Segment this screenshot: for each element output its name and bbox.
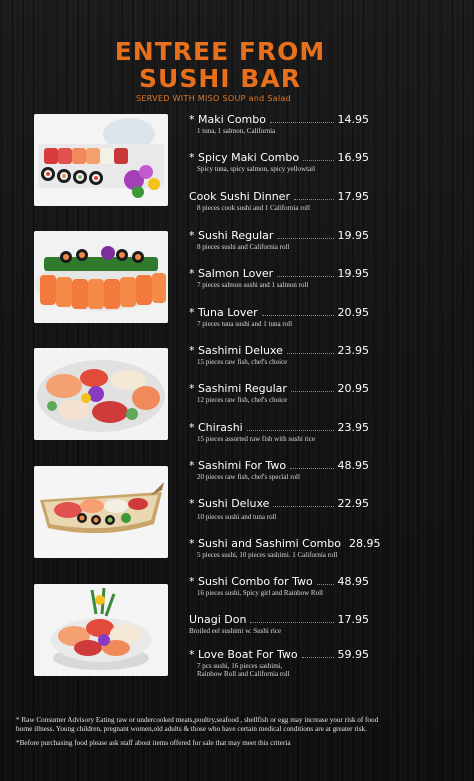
item-description: 12 pieces raw fish, chef's choice [197,396,288,404]
title-line-1: ENTREE FROM [114,37,326,66]
item-description: 8 pieces sushi and California roll [197,243,290,251]
menu-item: * Maki Combo 14.95 1 tuna, 1 salmon, Cali… [189,112,369,135]
item-price: 17.95 [337,613,370,626]
purchase-note: *Before purchasing food please ask staff… [16,739,291,747]
menu-item: Cook Sushi Dinner 17.95 8 pieces cook sus… [189,189,369,212]
item-name: * Sashimi Regular [189,382,287,395]
item-description: 15 pieces raw fish, chef's choice [197,358,288,366]
item-description: 8 pieces cook sushi and 1 California rol… [197,204,310,212]
item-description: 15 pieces assorted raw fish with sushi r… [197,435,315,443]
leader-dots [316,583,334,585]
item-name: * Tuna Lover [189,306,258,319]
item-price: 20.95 [337,382,370,395]
title-line-2: SUSHI BAR [139,64,301,93]
menu-item: * Sushi Deluxe 22.95 10 pieces sushi and … [189,496,369,521]
item-price: 16.95 [337,151,370,164]
item-price: 19.95 [337,229,370,242]
item-description: 7 pcs sushi, 16 pieces sashimi, [197,662,283,670]
item-price: 23.95 [337,344,370,357]
leader-dots [303,159,334,161]
item-name: Cook Sushi Dinner [189,190,290,203]
item-price: 28.95 [349,537,381,550]
menu-item: * Love Boat For Two 59.95 7 pcs sushi, 16… [189,647,369,678]
leader-dots [293,198,334,200]
menu-item: * Tuna Lover 20.95 7 pieces tuna sushi an… [189,305,369,328]
item-name: * Sushi Regular [189,229,274,242]
leader-dots [277,275,334,277]
leader-dots [301,656,334,658]
menu-item: * Sushi and Sashimi Combo 28.95 5 pieces … [189,536,381,559]
menu-item: Unagi Don 17.95 Broiled eel sushimi w. Su… [189,612,369,635]
leader-dots [290,390,334,392]
item-description: 10 pieces sushi and tuna roll [197,513,277,521]
leader-dots [286,352,334,354]
item-description: Broiled eel sushimi w. Sushi rice [189,627,282,635]
item-name: Unagi Don [189,613,247,626]
leader-dots [261,314,334,316]
item-description: 7 pieces tuna sushi and 1 tuna roll [197,320,293,328]
leader-dots [246,429,334,431]
item-name: * Sushi Deluxe [189,497,270,510]
item-name: * Sashimi For Two [189,459,287,472]
item-price: 22.95 [337,497,370,510]
item-price: 14.95 [337,113,370,126]
item-price: 17.95 [337,190,370,203]
item-description: 16 pieces sushi, Spicy girl and Rainbow … [197,589,323,597]
leader-dots [273,505,334,507]
menu-item: * Sashimi For Two 48.95 20 pieces raw fis… [189,458,369,481]
item-price: 20.95 [337,306,370,319]
item-description: 5 pieces sushi, 10 pieces sashimi. 1 Cal… [197,551,338,559]
item-description: Spicy tuna, spicy salmon, spicy yellowta… [197,165,316,173]
photo-maki-combo [34,114,168,206]
item-description: Rainbow Roll and California roll [197,670,290,678]
photo-sashimi-platter [34,348,168,440]
item-description: 7 pieces salmon sushi and 1 salmon roll [197,281,309,289]
item-name: * Chirashi [189,421,243,434]
photo-salmon-sushi [34,231,168,323]
item-name: * Sashimi Deluxe [189,344,283,357]
menu-item: * Sashimi Deluxe 23.95 15 pieces raw fish… [189,343,369,366]
item-price: 19.95 [337,267,370,280]
menu-item: * Sashimi Regular 20.95 12 pieces raw fis… [189,381,369,404]
leader-dots [277,237,334,239]
item-price: 59.95 [337,648,370,661]
leader-dots [250,621,334,623]
item-name: * Spicy Maki Combo [189,151,300,164]
item-name: * Salmon Lover [189,267,274,280]
item-price: 48.95 [337,575,370,588]
menu-subtitle: SERVED WITH MISO SOUP and Salad [136,94,292,103]
item-description: 1 tuna, 1 salmon, California [197,127,276,135]
item-name: * Sushi Combo for Two [189,575,313,588]
footer-advisory: * Raw Consumer Advisory Eating raw or un… [16,716,396,748]
photo-sashimi-bowl [34,584,168,676]
menu-item: * Salmon Lover 19.95 7 pieces salmon sush… [189,266,369,289]
photo-sushi-boat [34,466,168,558]
item-price: 48.95 [337,459,370,472]
item-price: 23.95 [337,421,370,434]
item-name: * Sushi and Sashimi Combo [189,537,341,550]
menu-item: * Chirashi 23.95 15 pieces assorted raw f… [189,420,369,443]
item-description: 20 pieces raw fish, chef's special roll [197,473,300,481]
menu-item: * Sushi Combo for Two 48.95 16 pieces sus… [189,574,369,597]
menu-page: ENTREE FROM SUSHI BAR SERVED WITH MISO S… [0,0,474,781]
leader-dots [270,121,334,123]
item-name: * Maki Combo [189,113,266,126]
menu-title: ENTREE FROM SUSHI BAR [0,38,440,92]
menu-item: * Spicy Maki Combo 16.95 Spicy tuna, spic… [189,150,369,173]
consumer-advisory: * Raw Consumer Advisory Eating raw or un… [16,716,379,733]
leader-dots [290,467,334,469]
item-name: * Love Boat For Two [189,648,298,661]
menu-item: * Sushi Regular 19.95 8 pieces sushi and … [189,228,369,251]
